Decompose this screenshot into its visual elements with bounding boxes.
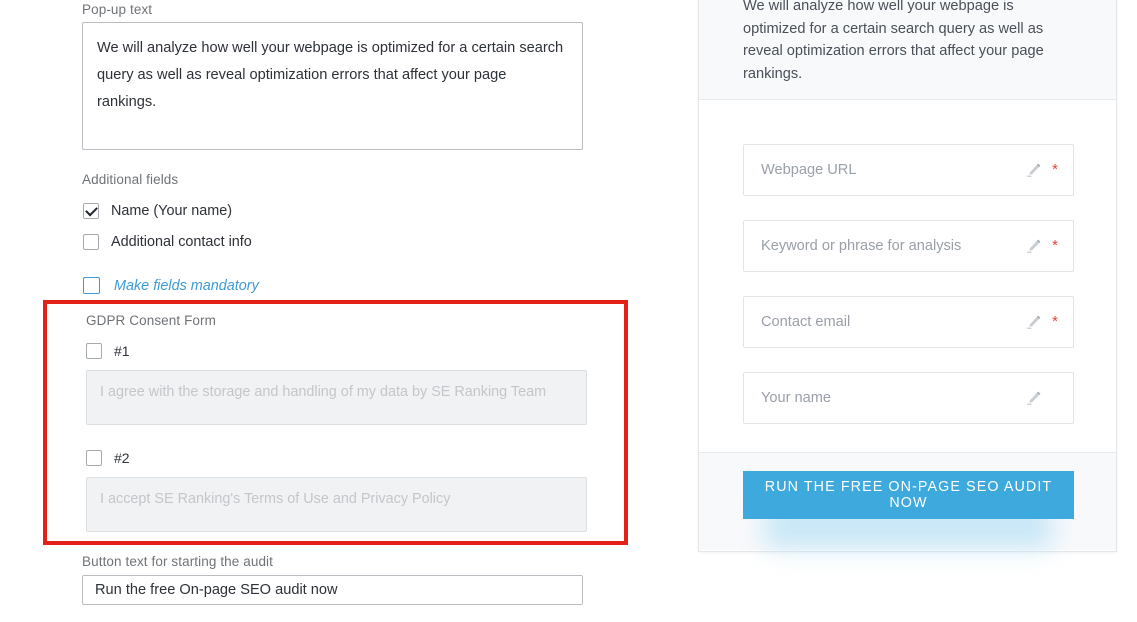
pencil-icon (1027, 163, 1041, 177)
preview-placeholder-webpage-url: Webpage URL (761, 162, 857, 178)
pencil-icon (1027, 391, 1041, 405)
gdpr-label-1: #1 (114, 343, 130, 359)
additional-fields-label: Additional fields (82, 172, 179, 187)
gdpr-consent-form-label: GDPR Consent Form (86, 313, 216, 328)
preview-field-icons-your-name: * (1025, 389, 1059, 407)
preview-field-webpage-url[interactable]: Webpage URL * (743, 144, 1074, 196)
required-asterisk-contact-email: * (1052, 313, 1058, 330)
checkbox-label-make-fields-mandatory[interactable]: Make fields mandatory (114, 278, 259, 294)
checkbox-row-additional-contact-info[interactable]: Additional contact info (83, 234, 252, 250)
checkbox-name[interactable] (83, 203, 99, 219)
settings-editor-column: Pop-up text We will analyze how well you… (0, 0, 660, 622)
preview-fields-area: Webpage URL * Keyword or phrase for anal… (699, 100, 1116, 452)
gdpr-textarea-1[interactable]: I agree with the storage and handling of… (86, 370, 587, 425)
run-audit-button[interactable]: Run the free On-page SEO audit now (743, 471, 1074, 519)
pencil-icon (1027, 315, 1041, 329)
required-asterisk-keyword: * (1052, 237, 1058, 254)
preview-field-contact-email[interactable]: Contact email * (743, 296, 1074, 348)
preview-description-text: We will analyze how well your webpage is… (743, 0, 1044, 82)
gdpr-textarea-2[interactable]: I accept SE Ranking's Terms of Use and P… (86, 477, 587, 532)
form-preview-panel: We will analyze how well your webpage is… (698, 0, 1117, 552)
preview-placeholder-your-name: Your name (761, 390, 832, 406)
gdpr-checkbox-1[interactable] (86, 343, 102, 359)
page-root: Pop-up text We will analyze how well you… (0, 0, 1137, 622)
preview-field-icons-contact-email: * (1025, 313, 1059, 331)
checkbox-label-additional-contact-info: Additional contact info (111, 234, 252, 250)
pencil-icon (1027, 239, 1041, 253)
popup-text-textarea[interactable]: We will analyze how well your webpage is… (82, 22, 583, 150)
preview-cta-area: Run the free On-page SEO audit now (699, 452, 1116, 550)
preview-placeholder-contact-email: Contact email (761, 314, 851, 330)
gdpr-consent-form-highlight: GDPR Consent Form #1 I agree with the st… (43, 300, 628, 545)
preview-field-keyword[interactable]: Keyword or phrase for analysis * (743, 220, 1074, 272)
popup-text-label: Pop-up text (82, 2, 153, 17)
checkbox-make-fields-mandatory[interactable] (83, 277, 100, 294)
gdpr-checkbox-row-2[interactable]: #2 (86, 450, 130, 466)
cta-wrapper: Run the free On-page SEO audit now (743, 471, 1074, 547)
preview-placeholder-keyword: Keyword or phrase for analysis (761, 238, 962, 254)
preview-field-your-name[interactable]: Your name * (743, 372, 1074, 424)
preview-description-area: We will analyze how well your webpage is… (699, 0, 1116, 100)
required-asterisk-webpage-url: * (1052, 161, 1058, 178)
button-text-input[interactable] (82, 575, 583, 605)
preview-field-icons-keyword: * (1025, 237, 1059, 255)
preview-field-icons-webpage-url: * (1025, 161, 1059, 179)
checkbox-additional-contact-info[interactable] (83, 234, 99, 250)
button-text-label: Button text for starting the audit (82, 554, 274, 569)
gdpr-checkbox-2[interactable] (86, 450, 102, 466)
gdpr-checkbox-row-1[interactable]: #1 (86, 343, 130, 359)
checkbox-label-name: Name (Your name) (111, 203, 233, 219)
checkbox-row-name[interactable]: Name (Your name) (83, 203, 232, 219)
gdpr-label-2: #2 (114, 450, 130, 466)
checkbox-row-make-fields-mandatory[interactable]: Make fields mandatory (83, 277, 259, 294)
